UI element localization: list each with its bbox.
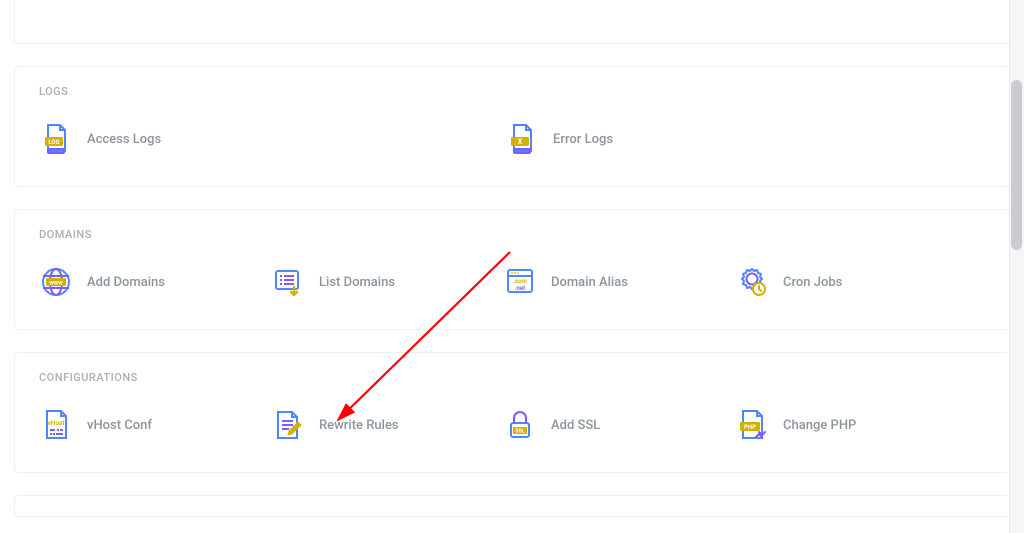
change-php-label: Change PHP xyxy=(783,418,856,433)
configurations-panel: CONFIGURATIONS vHost vH xyxy=(14,352,1010,473)
globe-www-icon: www xyxy=(39,265,73,299)
rewrite-rules-item[interactable]: Rewrite Rules xyxy=(271,402,503,448)
svg-text:.com: .com xyxy=(513,278,526,285)
domains-items: www Add Domains xyxy=(39,259,985,305)
change-php-item[interactable]: PHP Change PHP xyxy=(735,402,967,448)
error-log-file-icon: X xyxy=(505,122,539,156)
logs-title: LOGS xyxy=(39,85,985,98)
vhost-conf-item[interactable]: vHost vHost Conf xyxy=(39,402,271,448)
svg-text:LOG: LOG xyxy=(48,139,59,146)
domains-title: DOMAINS xyxy=(39,228,985,241)
svg-text:vHost: vHost xyxy=(47,419,65,427)
gear-clock-icon xyxy=(735,265,769,299)
bottom-partial-panel xyxy=(14,495,1010,517)
top-partial-panel xyxy=(14,0,1010,44)
error-logs-label: Error Logs xyxy=(553,132,613,147)
rewrite-rules-label: Rewrite Rules xyxy=(319,418,399,433)
configurations-title: CONFIGURATIONS xyxy=(39,371,985,384)
svg-text:www: www xyxy=(49,280,63,287)
cron-jobs-label: Cron Jobs xyxy=(783,275,842,290)
access-logs-label: Access Logs xyxy=(87,132,161,147)
configurations-items: vHost vHost Conf xyxy=(39,402,985,448)
error-logs-item[interactable]: X Error Logs xyxy=(505,116,971,162)
edit-file-icon xyxy=(271,408,305,442)
access-logs-item[interactable]: LOG Access Logs xyxy=(39,116,505,162)
add-domains-label: Add Domains xyxy=(87,275,165,290)
logs-items: LOG Access Logs X Error Logs xyxy=(39,116,985,162)
list-domains-item[interactable]: List Domains xyxy=(271,259,503,305)
add-ssl-label: Add SSL xyxy=(551,418,600,433)
add-domains-item[interactable]: www Add Domains xyxy=(39,259,271,305)
php-file-icon: PHP xyxy=(735,408,769,442)
svg-text:PHP: PHP xyxy=(744,424,756,431)
list-arrow-icon xyxy=(271,265,305,299)
logs-panel: LOGS LOG Access Logs xyxy=(14,66,1010,187)
svg-text:.net: .net xyxy=(515,285,525,292)
svg-text:SSL: SSL xyxy=(515,429,525,435)
domains-panel: DOMAINS www Add Domains xyxy=(14,209,1010,330)
list-domains-label: List Domains xyxy=(319,275,395,290)
scrollbar-track[interactable] xyxy=(1009,0,1024,533)
browser-domain-icon: .com .net xyxy=(503,265,537,299)
vhost-conf-label: vHost Conf xyxy=(87,418,152,433)
vhost-file-icon: vHost xyxy=(39,408,73,442)
add-ssl-item[interactable]: SSL Add SSL xyxy=(503,402,735,448)
ssl-lock-icon: SSL xyxy=(503,408,537,442)
svg-text:X: X xyxy=(518,138,523,146)
domain-alias-label: Domain Alias xyxy=(551,275,628,290)
scrollbar-thumb[interactable] xyxy=(1011,80,1022,250)
log-file-icon: LOG xyxy=(39,122,73,156)
cron-jobs-item[interactable]: Cron Jobs xyxy=(735,259,967,305)
domain-alias-item[interactable]: .com .net Domain Alias xyxy=(503,259,735,305)
